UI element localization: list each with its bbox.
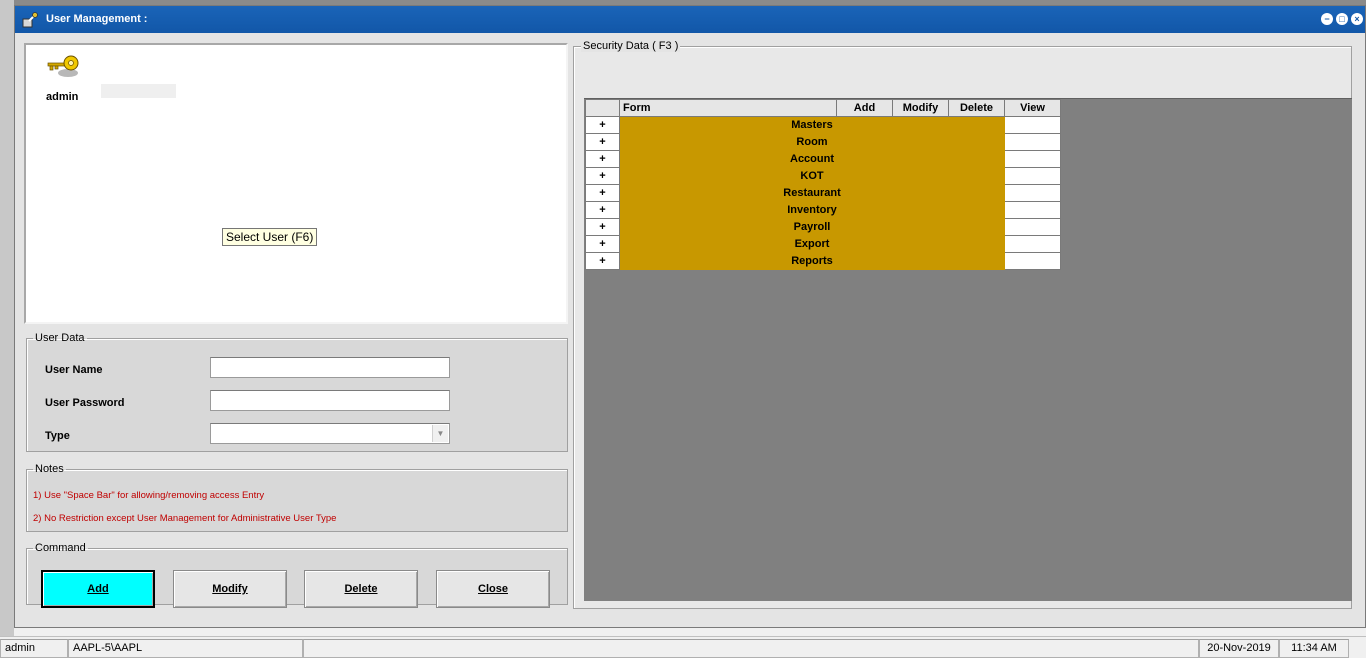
expand-icon[interactable]: + [585, 252, 620, 270]
user-data-group: User Data User Name User Password Type ▼ [26, 332, 568, 452]
user-list[interactable]: admin Select User (F6) [24, 43, 568, 324]
form-header: Form [619, 99, 837, 117]
title-bar[interactable]: User Management : − □ × [15, 6, 1365, 33]
delete-button[interactable]: Delete [304, 570, 418, 608]
view-header: View [1004, 99, 1061, 117]
security-row[interactable]: + Reports [585, 252, 1061, 270]
security-row-view[interactable] [1004, 133, 1061, 151]
modify-header: Modify [892, 99, 949, 117]
security-row[interactable]: + Payroll [585, 218, 1061, 236]
security-row-view[interactable] [1004, 201, 1061, 219]
expand-icon[interactable]: + [585, 133, 620, 151]
add-button[interactable]: Add [41, 570, 155, 608]
security-row[interactable]: + Export [585, 235, 1061, 253]
expand-icon[interactable]: + [585, 116, 620, 134]
note-no-restriction: 2) No Restriction except User Management… [33, 513, 337, 524]
status-user: admin [0, 639, 68, 658]
security-row-view[interactable] [1004, 184, 1061, 202]
security-table: Form Add Modify Delete View + Masters + Roo… [585, 99, 1061, 270]
security-row-form[interactable]: Masters [619, 116, 1005, 134]
security-row-view[interactable] [1004, 218, 1061, 236]
status-empty [303, 639, 1199, 658]
security-row[interactable]: + Inventory [585, 201, 1061, 219]
user-management-window: User Management : − □ × admin Select Use… [14, 5, 1366, 628]
expand-header [585, 99, 620, 117]
security-row-form[interactable]: KOT [619, 167, 1005, 185]
close-button[interactable]: Close [436, 570, 550, 608]
security-row-form[interactable]: Room [619, 133, 1005, 151]
window-body: admin Select User (F6) User Data User Na… [15, 33, 1365, 627]
expand-icon[interactable]: + [585, 201, 620, 219]
security-rows: + Masters + Room + Account + KOT + Restaurant + Inv… [585, 116, 1061, 270]
security-row-form[interactable]: Payroll [619, 218, 1005, 236]
app-icon [21, 11, 39, 29]
expand-icon[interactable]: + [585, 184, 620, 202]
user-password-input[interactable] [210, 390, 450, 411]
minimize-icon[interactable]: − [1321, 13, 1333, 25]
security-row-form[interactable]: Restaurant [619, 184, 1005, 202]
security-row-view[interactable] [1004, 116, 1061, 134]
command-legend: Command [35, 542, 86, 554]
security-row-view[interactable] [1004, 167, 1061, 185]
security-grid[interactable]: Form Add Modify Delete View + Masters + Roo… [584, 98, 1352, 601]
close-icon[interactable]: × [1351, 13, 1363, 25]
notes-group: Notes 1) Use "Space Bar" for allowing/re… [26, 463, 568, 532]
status-bar: admin AAPL-5\AAPL 20-Nov-2019 11:34 AM [0, 636, 1366, 658]
security-row-view[interactable] [1004, 235, 1061, 253]
security-row[interactable]: + Restaurant [585, 184, 1061, 202]
security-data-legend: Security Data ( F3 ) [581, 40, 681, 52]
security-row[interactable]: + Account [585, 150, 1061, 168]
modify-button[interactable]: Modify [173, 570, 287, 608]
type-select[interactable]: ▼ [210, 423, 450, 444]
security-row[interactable]: + KOT [585, 167, 1061, 185]
security-row-form[interactable]: Reports [619, 252, 1005, 270]
window-title: User Management : [46, 13, 148, 25]
note-space-bar: 1) Use "Space Bar" for allowing/removing… [33, 490, 265, 501]
security-data-panel: Security Data ( F3 ) Form Add Modify Del… [573, 40, 1352, 609]
user-data-legend: User Data [35, 332, 85, 344]
type-label: Type [45, 430, 70, 442]
user-password-label: User Password [45, 397, 125, 409]
add-header: Add [836, 99, 893, 117]
select-user-tooltip: Select User (F6) [222, 228, 318, 246]
chevron-down-icon[interactable]: ▼ [432, 425, 448, 442]
expand-icon[interactable]: + [585, 218, 620, 236]
key-icon [46, 51, 80, 84]
notes-legend: Notes [35, 463, 64, 475]
security-row-view[interactable] [1004, 252, 1061, 270]
user-name-input[interactable] [210, 357, 450, 378]
user-name-edit-box [101, 84, 176, 98]
security-row[interactable]: + Room [585, 133, 1061, 151]
security-row[interactable]: + Masters [585, 116, 1061, 134]
expand-icon[interactable]: + [585, 150, 620, 168]
security-row-form[interactable]: Account [619, 150, 1005, 168]
user-item-admin[interactable]: admin [44, 51, 124, 111]
expand-icon[interactable]: + [585, 235, 620, 253]
security-row-view[interactable] [1004, 150, 1061, 168]
status-time: 11:34 AM [1279, 639, 1349, 658]
status-date: 20-Nov-2019 [1199, 639, 1279, 658]
status-machine: AAPL-5\AAPL [68, 639, 303, 658]
security-header-row: Form Add Modify Delete View [585, 99, 1061, 117]
command-group: Command Add Modify Delete Close [26, 542, 568, 608]
user-name-label: User Name [45, 364, 103, 376]
security-row-form[interactable]: Export [619, 235, 1005, 253]
expand-icon[interactable]: + [585, 167, 620, 185]
delete-header: Delete [948, 99, 1005, 117]
security-row-form[interactable]: Inventory [619, 201, 1005, 219]
desktop-edge [0, 0, 14, 636]
maximize-icon[interactable]: □ [1336, 13, 1348, 25]
user-name-label: admin [46, 91, 79, 103]
